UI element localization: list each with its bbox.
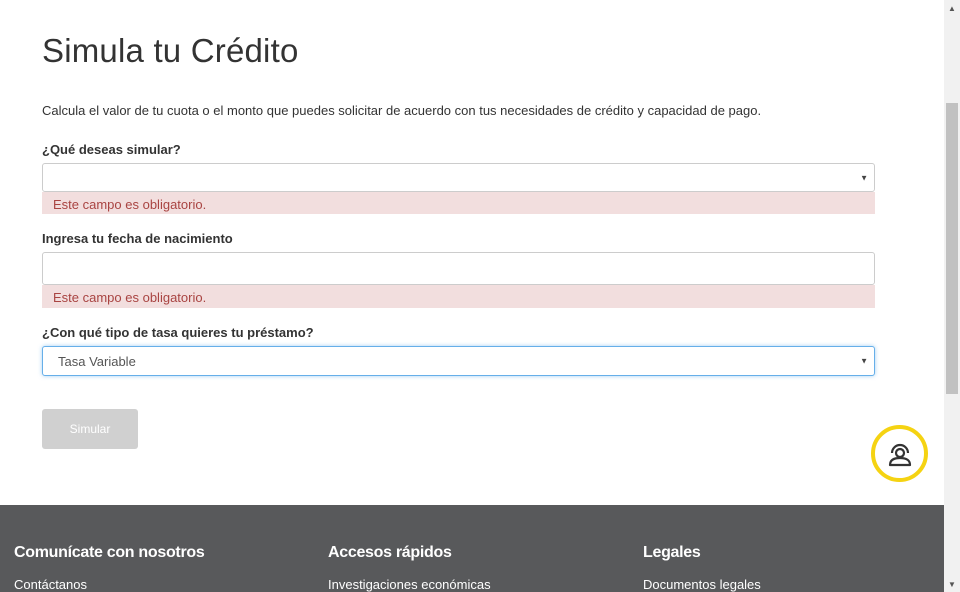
- simulate-type-label: ¿Qué deseas simular?: [42, 142, 181, 157]
- chat-support-icon: [888, 443, 911, 466]
- footer-heading: Legales: [643, 544, 701, 561]
- caret-down-icon: ▼: [860, 356, 868, 366]
- vertical-scrollbar[interactable]: ▲ ▼: [944, 0, 960, 592]
- rate-type-select[interactable]: Tasa Variable ▼: [42, 346, 875, 376]
- footer-heading: Accesos rápidos: [328, 544, 452, 561]
- birth-date-error: Este campo es obligatorio.: [42, 285, 875, 308]
- caret-down-icon: ▼: [860, 173, 868, 182]
- simulate-type-select[interactable]: ▼: [42, 163, 875, 192]
- rate-type-value: Tasa Variable: [58, 354, 136, 369]
- simulate-button[interactable]: Simular: [42, 409, 138, 449]
- footer-link-legal-docs[interactable]: Documentos legales: [643, 577, 761, 592]
- rate-type-label: ¿Con qué tipo de tasa quieres tu préstam…: [42, 325, 314, 340]
- simulate-type-error: Este campo es obligatorio.: [42, 192, 875, 214]
- page: Simula tu Crédito Calcula el valor de tu…: [0, 0, 944, 592]
- footer-link-contact[interactable]: Contáctanos: [14, 577, 87, 592]
- page-title: Simula tu Crédito: [42, 32, 299, 69]
- scroll-up-arrow-icon[interactable]: ▲: [944, 0, 960, 16]
- chat-support-button[interactable]: [871, 425, 928, 482]
- intro-text: Calcula el valor de tu cuota o el monto …: [42, 103, 762, 118]
- scrollbar-thumb[interactable]: [946, 103, 958, 394]
- footer: Comunícate con nosotros Contáctanos Acce…: [0, 505, 944, 592]
- birth-date-input[interactable]: [42, 252, 875, 285]
- footer-heading: Comunícate con nosotros: [14, 544, 205, 561]
- footer-link-research[interactable]: Investigaciones económicas: [328, 577, 491, 592]
- scroll-down-arrow-icon[interactable]: ▼: [944, 576, 960, 592]
- birth-date-label: Ingresa tu fecha de nacimiento: [42, 231, 233, 246]
